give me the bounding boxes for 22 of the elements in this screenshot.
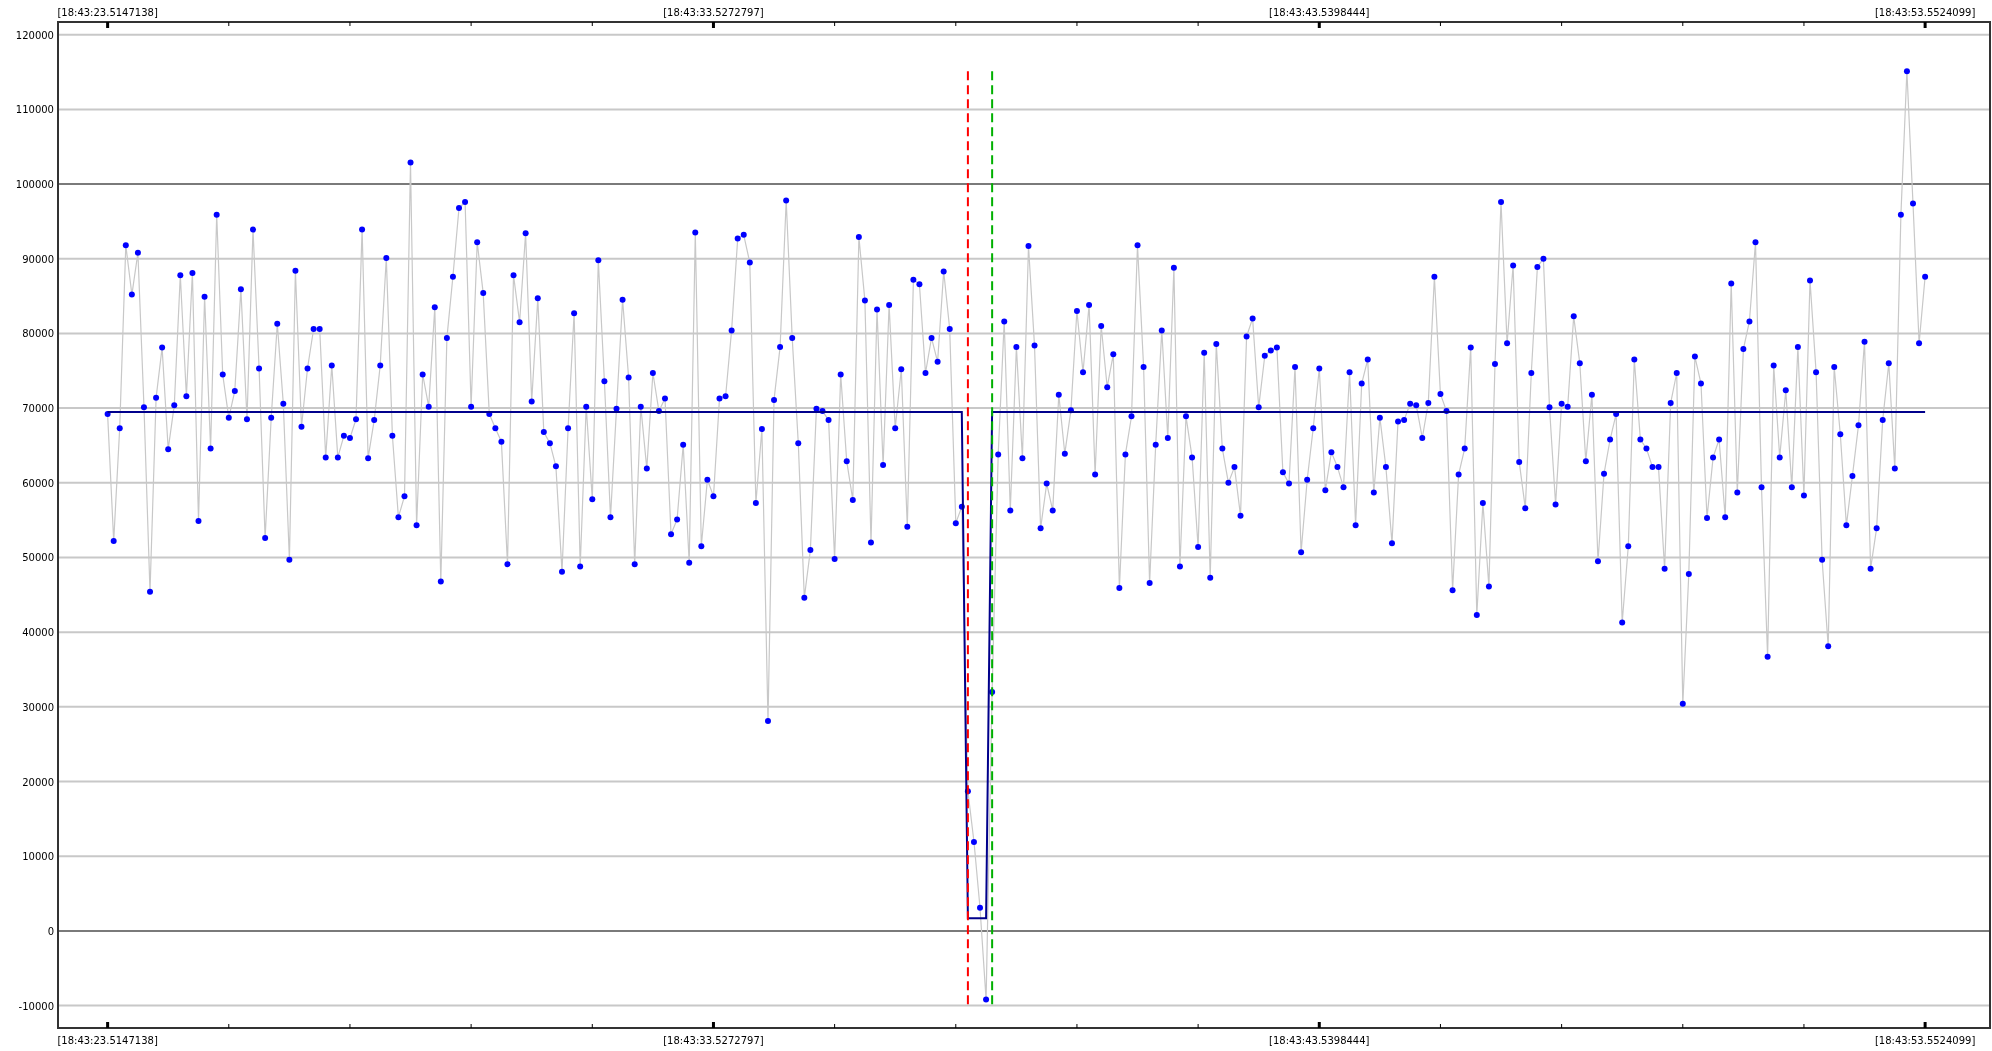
y-tick-label: 50000 (22, 552, 54, 564)
y-tick-label: 20000 (22, 776, 54, 788)
y-tick-label: 40000 (22, 627, 54, 639)
x-tick-label: [18:43:33.5272797] (663, 1035, 764, 1046)
y-tick-label: 10000 (22, 851, 54, 863)
y-tick-label: 120000 (15, 29, 54, 41)
y-tick-label: 100000 (15, 179, 54, 191)
y-tick-label: 30000 (22, 701, 54, 713)
x-tick-label: [18:43:43.5398444] (1269, 1035, 1370, 1046)
x-tick-label: [18:43:53.5524099] (1874, 7, 1976, 18)
x-tick-label: [18:43:53.5524099] (1874, 1035, 1976, 1046)
y-tick-label: 60000 (22, 477, 54, 489)
x-tick-label: [18:43:33.5272797] (663, 7, 764, 18)
x-tick-label: [18:43:23.5147138] (57, 7, 158, 18)
y-tick-label: 80000 (22, 328, 54, 340)
y-tick-label: 110000 (15, 104, 54, 116)
x-tick-label: [18:43:23.5147138] (57, 1035, 158, 1046)
y-tick-label: 70000 (22, 403, 54, 415)
y-tick-label: 0 (47, 925, 54, 937)
y-tick-label: -10000 (18, 1000, 54, 1012)
x-tick-label: [18:43:43.5398444] (1269, 7, 1370, 18)
y-tick-label: 90000 (22, 253, 54, 265)
